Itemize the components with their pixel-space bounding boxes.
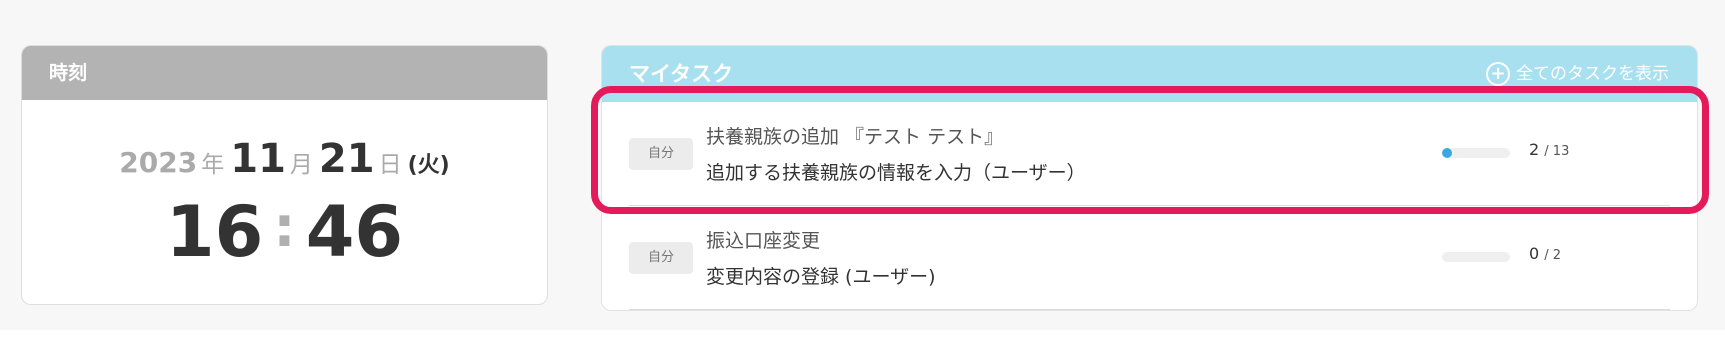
time-separator: : [273,195,296,260]
task-progress-bar [1442,252,1510,262]
task-title[interactable]: 扶養親族の追加 『テスト テスト』 [706,122,1003,149]
task-progress-fill [1442,148,1453,158]
task-step[interactable]: 変更内容の登録 (ユーザー) [706,262,936,289]
clock-card: 時刻 2023 年 11 月 21 日 (火) 16:46 [21,45,548,305]
month-unit: 月 [289,152,313,178]
task-done-count: 2 [1529,140,1540,159]
clock-card-body: 2023 年 11 月 21 日 (火) 16:46 [22,136,547,270]
day-unit: 日 [378,152,402,178]
minute-value: 46 [305,191,404,273]
time-display: 16:46 [22,190,547,270]
task-total-count: / 2 [1544,248,1562,263]
hour-value: 16 [165,191,264,273]
month-value: 11 [230,136,286,182]
year-unit: 年 [201,152,225,178]
year-value: 2023 [119,146,198,179]
task-total-count: / 13 [1544,144,1570,159]
show-all-tasks-label: 全てのタスクを表示 [1516,64,1669,84]
task-progress-bar [1442,148,1510,158]
date-display: 2023 年 11 月 21 日 (火) [22,136,547,188]
task-title[interactable]: 振込口座変更 [706,226,820,253]
task-progress-count: 2 / 13 [1529,140,1569,159]
show-all-tasks-link[interactable]: + 全てのタスクを表示 [1486,46,1669,102]
day-value: 21 [318,136,375,182]
task-row[interactable]: 自分 扶養親族の追加 『テスト テスト』 追加する扶養親族の情報を入力（ユーザー… [629,102,1670,206]
plus-circle-icon: + [1486,62,1510,86]
my-tasks-title: マイタスク [629,62,734,86]
assignee-badge: 自分 [629,138,693,170]
my-tasks-card: マイタスク + 全てのタスクを表示 自分 扶養親族の追加 『テスト テスト』 追… [601,45,1698,311]
assignee-badge: 自分 [629,242,693,274]
task-step[interactable]: 追加する扶養親族の情報を入力（ユーザー） [706,158,1086,185]
task-done-count: 0 [1529,244,1540,263]
task-progress-count: 0 / 2 [1529,244,1561,263]
task-row[interactable]: 自分 振込口座変更 変更内容の登録 (ユーザー) 0 / 2 [629,206,1670,310]
clock-card-header: 時刻 [22,46,547,100]
weekday-value: (火) [407,153,450,178]
my-tasks-header: マイタスク + 全てのタスクを表示 [602,46,1697,102]
